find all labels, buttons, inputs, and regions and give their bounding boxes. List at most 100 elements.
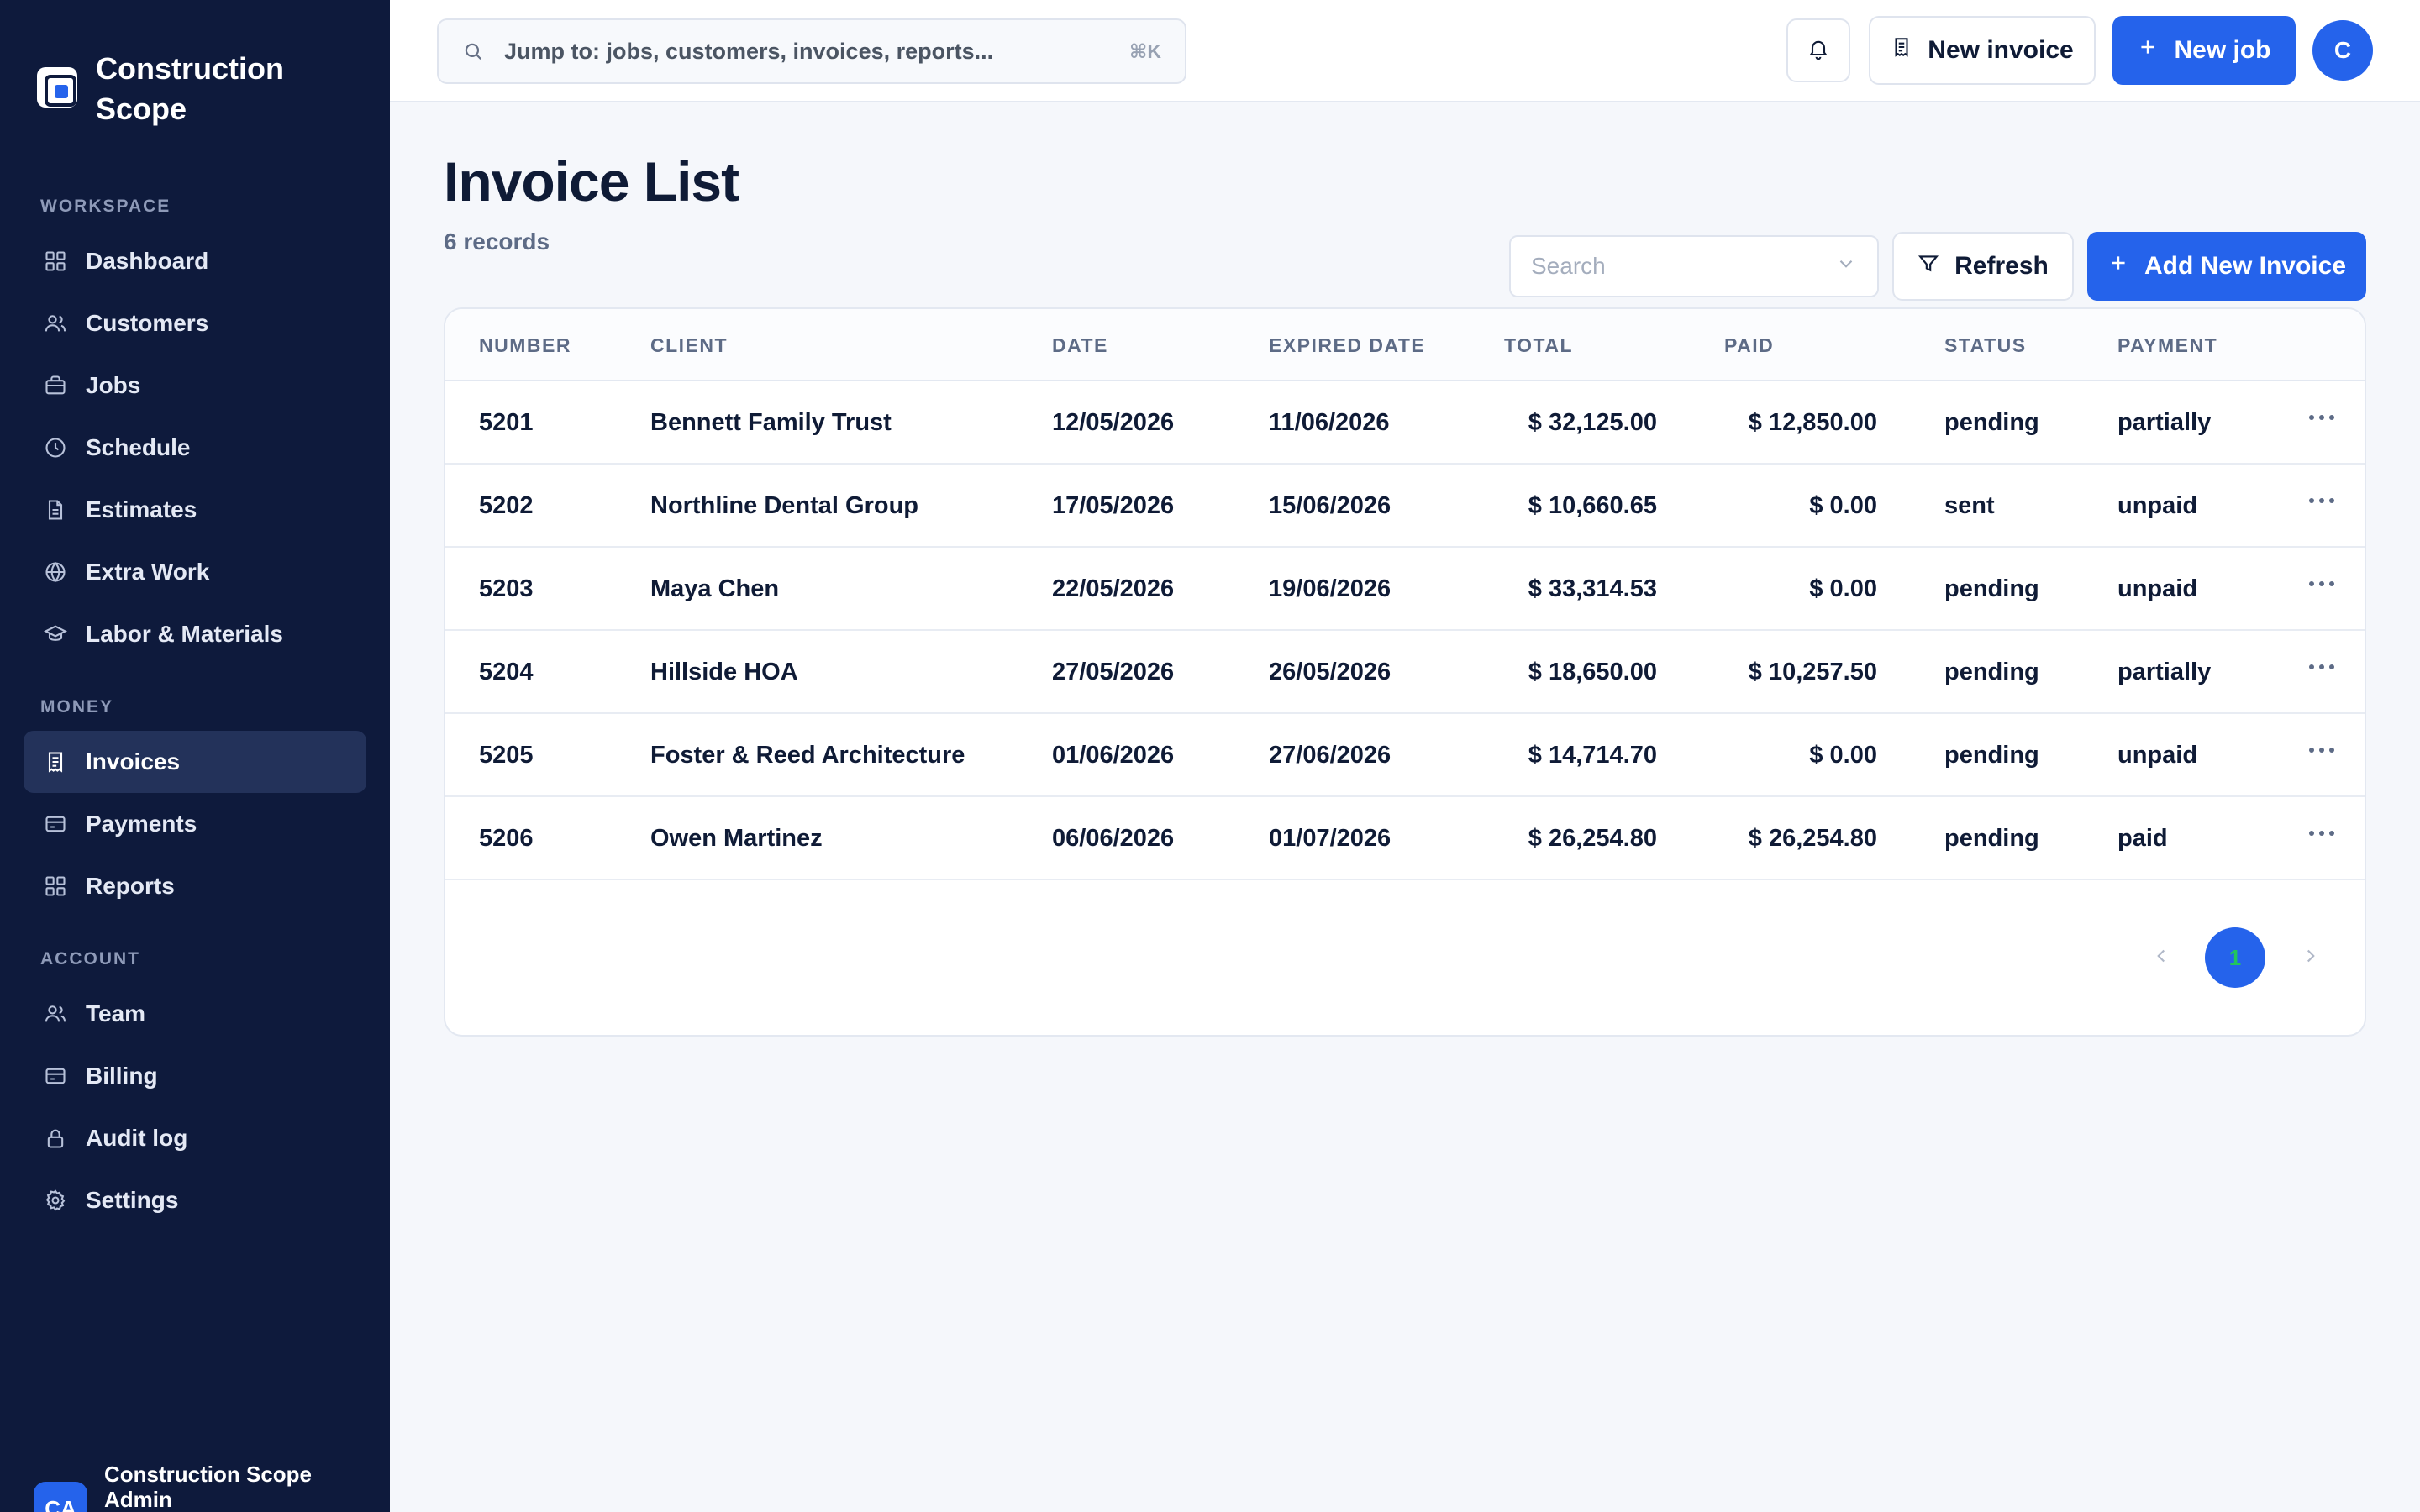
brand-logo-icon xyxy=(37,67,77,108)
brand[interactable]: Construction Scope xyxy=(37,49,314,129)
new-invoice-label: New invoice xyxy=(1928,36,2074,64)
sidebar-item-estimates[interactable]: Estimates xyxy=(24,479,366,541)
gear-icon xyxy=(44,1189,67,1212)
row-more-icon[interactable] xyxy=(2301,654,2343,680)
column-header-client[interactable]: CLIENT xyxy=(650,334,728,357)
table-row[interactable]: 5204 Hillside HOA 27/05/2026 26/05/2026 … xyxy=(445,631,2365,714)
sidebar-item-label: Payments xyxy=(86,811,197,837)
column-header-expired-date[interactable]: EXPIRED DATE xyxy=(1269,334,1425,357)
cell-client[interactable]: Bennett Family Trust xyxy=(650,409,892,437)
chevron-right-icon xyxy=(2300,945,2322,971)
table-row[interactable]: 5201 Bennett Family Trust 12/05/2026 11/… xyxy=(445,381,2365,465)
sidebar-item-customers[interactable]: Customers xyxy=(24,292,366,354)
sidebar-item-billing[interactable]: Billing xyxy=(24,1045,366,1107)
cell-number: 5203 xyxy=(479,575,534,602)
grid-icon xyxy=(44,249,67,273)
cell-payment: partially xyxy=(2118,659,2212,685)
add-new-invoice-label: Add New Invoice xyxy=(2144,252,2347,280)
sidebar-item-label: Settings xyxy=(86,1187,179,1213)
cell-paid: $ 26,254.80 xyxy=(1748,825,1877,852)
table-row[interactable]: 5205 Foster & Reed Architecture 01/06/20… xyxy=(445,714,2365,797)
cell-client[interactable]: Foster & Reed Architecture xyxy=(650,742,965,769)
pagination-next-button[interactable] xyxy=(2294,941,2328,974)
sidebar-item-reports[interactable]: Reports xyxy=(24,855,366,917)
invoice-table: NUMBER CLIENT DATE EXPIRED DATE TOTAL PA… xyxy=(444,307,2366,1037)
sidebar-item-team[interactable]: Team xyxy=(24,983,366,1045)
cell-total: $ 26,254.80 xyxy=(1528,825,1657,852)
row-more-icon[interactable] xyxy=(2301,488,2343,513)
page-title: Invoice List xyxy=(444,150,739,213)
cell-expired-date: 15/06/2026 xyxy=(1269,492,1392,519)
sidebar-item-extra-work[interactable]: Extra Work xyxy=(24,541,366,603)
sidebar-item-payments[interactable]: Payments xyxy=(24,793,366,855)
cell-expired-date: 26/05/2026 xyxy=(1269,659,1392,685)
global-search[interactable]: ⌘K xyxy=(437,18,1186,84)
sidebar-item-settings[interactable]: Settings xyxy=(24,1169,366,1231)
lock-icon xyxy=(44,1126,67,1150)
filter-icon xyxy=(1918,252,1939,281)
sidebar-item-jobs[interactable]: Jobs xyxy=(24,354,366,417)
shortcut-hint: ⌘K xyxy=(1129,39,1161,62)
refresh-label: Refresh xyxy=(1954,252,2049,280)
brand-name: Construction Scope xyxy=(96,51,284,126)
sidebar-item-audit-log[interactable]: Audit log xyxy=(24,1107,366,1169)
global-search-input[interactable] xyxy=(504,38,1130,65)
column-header-paid[interactable]: PAID xyxy=(1724,334,1774,357)
row-more-icon[interactable] xyxy=(2301,821,2343,846)
table-row[interactable]: 5202 Northline Dental Group 17/05/2026 1… xyxy=(445,465,2365,548)
row-more-icon[interactable] xyxy=(2301,571,2343,596)
cell-client[interactable]: Maya Chen xyxy=(650,575,779,603)
sidebar-item-label: Estimates xyxy=(86,496,197,522)
add-new-invoice-button[interactable]: Add New Invoice xyxy=(2087,232,2366,301)
table-row[interactable]: 5203 Maya Chen 22/05/2026 19/06/2026 $ 3… xyxy=(445,548,2365,631)
cell-payment: unpaid xyxy=(2118,742,2198,769)
row-more-icon[interactable] xyxy=(2301,405,2343,430)
user-card[interactable]: CA Construction Scope Admin xyxy=(34,1462,356,1512)
cell-status: pending xyxy=(1944,742,2039,769)
new-job-button[interactable]: New job xyxy=(2112,16,2296,85)
avatar: CA xyxy=(34,1482,87,1512)
cell-client[interactable]: Northline Dental Group xyxy=(650,492,918,520)
sidebar: Construction Scope WORKSPACE Dashboard C… xyxy=(0,0,390,1512)
pagination-prev-button[interactable] xyxy=(2144,941,2178,974)
sidebar-item-label: Reports xyxy=(86,873,175,899)
row-more-icon[interactable] xyxy=(2301,738,2343,763)
cell-status: pending xyxy=(1944,825,2039,852)
table-header: NUMBER CLIENT DATE EXPIRED DATE TOTAL PA… xyxy=(445,309,2365,381)
new-invoice-button[interactable]: New invoice xyxy=(1869,16,2096,85)
cell-date: 22/05/2026 xyxy=(1052,575,1175,602)
cell-client[interactable]: Hillside HOA xyxy=(650,659,798,686)
nav-section-workspace: WORKSPACE xyxy=(40,197,171,216)
table-search-select[interactable]: Search xyxy=(1509,235,1879,297)
pagination-page-1[interactable]: 1 xyxy=(2205,927,2265,988)
cell-client[interactable]: Owen Martinez xyxy=(650,825,823,853)
sidebar-item-invoices[interactable]: Invoices xyxy=(24,731,366,793)
column-header-date[interactable]: DATE xyxy=(1052,334,1108,357)
sidebar-item-labor-materials[interactable]: Labor & Materials xyxy=(24,603,366,665)
record-count: 6 records xyxy=(444,228,550,255)
user-avatar-button[interactable]: C xyxy=(2312,20,2373,81)
sidebar-item-dashboard[interactable]: Dashboard xyxy=(24,230,366,292)
column-header-total[interactable]: TOTAL xyxy=(1504,334,1573,357)
cell-paid: $ 0.00 xyxy=(1809,575,1877,602)
table-row[interactable]: 5206 Owen Martinez 06/06/2026 01/07/2026… xyxy=(445,797,2365,880)
sidebar-item-schedule[interactable]: Schedule xyxy=(24,417,366,479)
cell-payment: paid xyxy=(2118,825,2168,852)
notifications-button[interactable] xyxy=(1786,18,1850,82)
briefcase-icon xyxy=(44,374,67,397)
new-job-label: New job xyxy=(2174,36,2271,64)
cell-number: 5202 xyxy=(479,492,534,519)
cell-expired-date: 19/06/2026 xyxy=(1269,575,1392,602)
column-header-number[interactable]: NUMBER xyxy=(479,334,571,357)
bell-icon xyxy=(1807,37,1830,65)
refresh-button[interactable]: Refresh xyxy=(1892,232,2074,301)
cell-paid: $ 10,257.50 xyxy=(1748,659,1877,685)
column-header-status[interactable]: STATUS xyxy=(1944,334,2027,357)
sidebar-item-label: Extra Work xyxy=(86,559,210,585)
cell-total: $ 10,660.65 xyxy=(1528,492,1657,519)
cell-paid: $ 0.00 xyxy=(1809,492,1877,519)
column-header-payment[interactable]: PAYMENT xyxy=(2118,334,2217,357)
cell-payment: partially xyxy=(2118,409,2212,436)
plus-icon xyxy=(2107,252,2129,281)
cell-payment: unpaid xyxy=(2118,492,2198,519)
